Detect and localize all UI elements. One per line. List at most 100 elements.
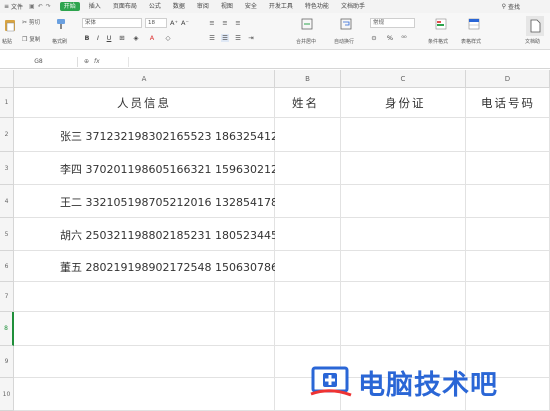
cell-a1[interactable]: 人员信息	[14, 88, 275, 118]
doc-helper-button[interactable]	[526, 16, 544, 36]
fill-color-icon[interactable]: ◈	[132, 34, 140, 42]
formula-input[interactable]	[128, 57, 548, 67]
indent-icon[interactable]: ⇥	[247, 34, 255, 42]
table-style-button[interactable]	[467, 17, 481, 31]
border-icon[interactable]: ⊞	[118, 34, 126, 42]
row-header-2[interactable]: 2	[0, 118, 14, 152]
bold-button[interactable]: B	[83, 34, 91, 42]
row-header-1[interactable]: 1	[0, 88, 14, 118]
row-header-5[interactable]: 5	[0, 218, 14, 251]
cell-a5[interactable]: 胡六 250321198802185231 18052344517	[14, 218, 292, 251]
merge-center-button[interactable]	[300, 17, 314, 31]
cell-c4[interactable]	[341, 185, 466, 218]
cell-b5[interactable]	[275, 218, 341, 251]
font-name-select[interactable]: 宋体	[82, 18, 142, 28]
column-header-d[interactable]: D	[466, 70, 550, 88]
cell-b4[interactable]	[275, 185, 341, 218]
cell-c2[interactable]	[341, 118, 466, 152]
cell-a3[interactable]: 李四 370201198605166321 15963021259	[14, 152, 292, 185]
tab-data[interactable]: 数据	[167, 0, 191, 13]
cell-d2[interactable]	[466, 118, 550, 152]
column-header-a[interactable]: A	[14, 70, 275, 88]
row-header-6[interactable]: 6	[0, 251, 14, 282]
cell-d6[interactable]	[466, 251, 550, 282]
save-icon[interactable]: ▣	[29, 3, 35, 10]
zoom-icon[interactable]: ⊕	[84, 57, 89, 67]
tab-view[interactable]: 视图	[215, 0, 239, 13]
italic-button[interactable]: I	[94, 34, 102, 42]
align-center-icon[interactable]: ☰	[221, 34, 229, 42]
column-header-b[interactable]: B	[275, 70, 341, 88]
undo-icon[interactable]: ↶	[38, 3, 43, 10]
cell-b6[interactable]	[275, 251, 341, 282]
align-left-icon[interactable]: ☰	[208, 34, 216, 42]
format-painter-button[interactable]	[54, 17, 68, 31]
clear-format-icon[interactable]: ◇	[164, 34, 172, 42]
cell-b7[interactable]	[275, 282, 341, 312]
cell-b8[interactable]	[275, 312, 341, 346]
cell-d3[interactable]	[466, 152, 550, 185]
cell-a9[interactable]	[14, 346, 275, 378]
decimal-icon[interactable]: ⁰⁰	[400, 34, 408, 42]
tab-page-layout[interactable]: 页面布局	[107, 0, 143, 13]
tab-review[interactable]: 审阅	[191, 0, 215, 13]
row-header-4[interactable]: 4	[0, 185, 14, 218]
cell-a2[interactable]: 张三 371232198302165523 18632541265	[14, 118, 292, 152]
align-top-icon[interactable]: ≡	[208, 19, 216, 27]
currency-icon[interactable]: ⊙	[370, 34, 378, 42]
cell-b3[interactable]	[275, 152, 341, 185]
tab-doc-helper[interactable]: 文档助手	[335, 0, 371, 13]
tab-insert[interactable]: 插入	[83, 0, 107, 13]
cell-c7[interactable]	[341, 282, 466, 312]
cell-b2[interactable]	[275, 118, 341, 152]
cell-a4[interactable]: 王二 332105198705212016 13285417897	[14, 185, 292, 218]
row-header-9[interactable]: 9	[0, 346, 14, 378]
file-menu[interactable]: ≡ 文件	[0, 2, 23, 11]
cell-d4[interactable]	[466, 185, 550, 218]
tab-home[interactable]: 开始	[59, 2, 80, 11]
cell-c1[interactable]: 身份证	[341, 88, 466, 118]
percent-button[interactable]: %	[386, 34, 394, 42]
cell-c3[interactable]	[341, 152, 466, 185]
redo-icon[interactable]: ↷	[46, 3, 51, 10]
tab-formulas[interactable]: 公式	[143, 0, 167, 13]
wrap-text-button[interactable]	[339, 17, 353, 31]
number-format-select[interactable]: 常规	[370, 18, 415, 28]
cell-c5[interactable]	[341, 218, 466, 251]
cell-a7[interactable]	[14, 282, 275, 312]
name-box[interactable]: G8	[0, 57, 78, 67]
column-header-c[interactable]: C	[341, 70, 466, 88]
tab-features[interactable]: 特色功能	[299, 0, 335, 13]
increase-font-icon[interactable]: A⁺	[170, 19, 178, 27]
cell-a10[interactable]	[14, 378, 275, 411]
underline-button[interactable]: U	[105, 34, 113, 42]
align-right-icon[interactable]: ☰	[234, 34, 242, 42]
cell-b1[interactable]: 姓名	[275, 88, 341, 118]
decrease-font-icon[interactable]: A⁻	[181, 19, 189, 27]
cell-d1[interactable]: 电话号码	[466, 88, 550, 118]
cell-a8[interactable]	[14, 312, 275, 346]
cell-c8[interactable]	[341, 312, 466, 346]
align-bottom-icon[interactable]: ≡	[234, 19, 242, 27]
cell-c6[interactable]	[341, 251, 466, 282]
copy-button[interactable]: ❐ 复制	[22, 35, 40, 44]
tab-security[interactable]: 安全	[239, 0, 263, 13]
align-middle-icon[interactable]: ≡	[221, 19, 229, 27]
row-header-10[interactable]: 10	[0, 378, 14, 411]
font-color-icon[interactable]: A	[148, 34, 156, 42]
cell-d5[interactable]	[466, 218, 550, 251]
select-all-corner[interactable]	[0, 70, 14, 88]
paste-button[interactable]	[3, 17, 17, 33]
cell-a6[interactable]: 董五 280219198902172548 15063078663	[14, 251, 292, 282]
row-header-3[interactable]: 3	[0, 152, 14, 185]
tab-developer[interactable]: 开发工具	[263, 0, 299, 13]
cut-button[interactable]: ✂ 剪切	[22, 18, 40, 27]
font-size-select[interactable]: 18	[145, 18, 167, 28]
row-header-7[interactable]: 7	[0, 282, 14, 312]
cell-d7[interactable]	[466, 282, 550, 312]
cell-d8[interactable]	[466, 312, 550, 346]
fx-icon[interactable]: fx	[94, 57, 100, 67]
conditional-format-button[interactable]	[434, 17, 448, 31]
row-header-8[interactable]: 8	[0, 312, 14, 346]
search-button[interactable]: ⚲ 查找	[502, 2, 550, 11]
